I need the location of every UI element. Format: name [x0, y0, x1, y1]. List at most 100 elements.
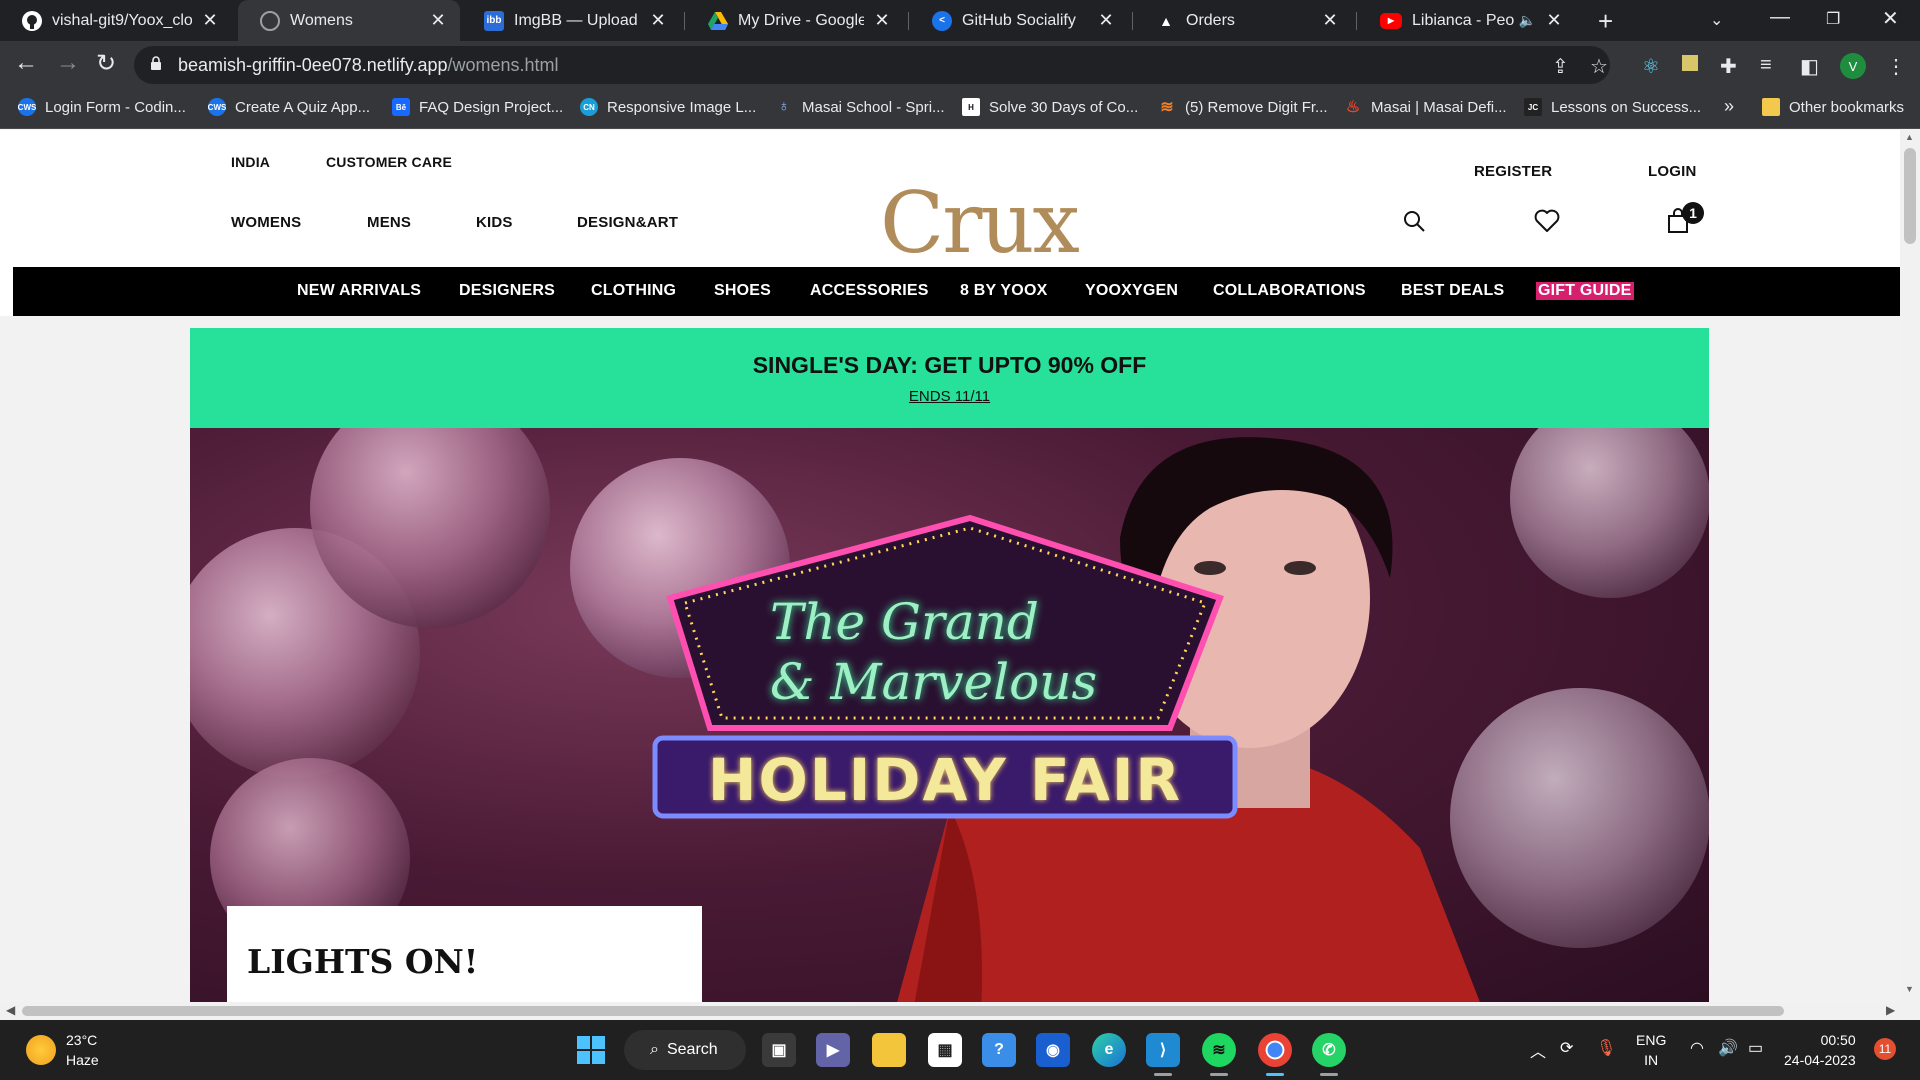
speaker-icon[interactable]: 🔈 [1519, 12, 1536, 29]
windows-taskbar: 23°C Haze ⌕ Search ▣ ▶ ▦ ? ◉ e ⟩ ≋ ✆ ︿ ⟳… [0, 1020, 1920, 1080]
nav-mens[interactable]: MENS [367, 214, 411, 231]
scrollbar-thumb[interactable] [1904, 148, 1916, 244]
tab-github[interactable]: vishal-git9/Yoox_clone ✕ [0, 0, 232, 41]
bookmark-label: Solve 30 Days of Co... [989, 98, 1139, 116]
notification-count-badge[interactable]: 11 [1874, 1038, 1896, 1060]
menu-icon[interactable]: ⋮ [1886, 54, 1906, 79]
maps-icon[interactable]: ◉ [1036, 1033, 1070, 1067]
login-link[interactable]: LOGIN [1648, 163, 1697, 180]
tab-youtube[interactable]: ▶ Libianca - People 🔈 ✕ [1358, 0, 1576, 41]
nav-kids[interactable]: KIDS [476, 214, 513, 231]
tab-imgbb[interactable]: ibb ImgBB — Upload Ima ✕ [462, 0, 680, 41]
teams-chat-icon[interactable]: ▶ [816, 1033, 850, 1067]
cat-new-arrivals[interactable]: NEW ARRIVALS [297, 282, 421, 300]
bookmark-item[interactable]: ♁ Masai School - Spri... [775, 98, 945, 116]
close-icon[interactable]: ✕ [872, 10, 892, 31]
side-panel-icon[interactable]: ◧ [1800, 54, 1819, 79]
share-icon[interactable]: ⇪ [1552, 54, 1569, 79]
notes-extension-icon[interactable] [1682, 54, 1698, 77]
sync-icon[interactable]: ⟳ [1560, 1038, 1573, 1058]
cat-best-deals[interactable]: BEST DEALS [1401, 282, 1504, 300]
register-link[interactable]: REGISTER [1474, 163, 1552, 180]
whatsapp-icon[interactable]: ✆ [1312, 1033, 1346, 1067]
cat-clothing[interactable]: CLOTHING [591, 282, 676, 300]
country-link[interactable]: INDIA [231, 154, 270, 170]
scrollbar-thumb[interactable] [22, 1006, 1784, 1016]
edge-icon[interactable]: e [1092, 1033, 1126, 1067]
promo-ends-link[interactable]: ENDS 11/11 [190, 388, 1709, 405]
language-indicator[interactable]: ENG IN [1636, 1030, 1666, 1070]
system-clock[interactable]: 00:50 24-04-2023 [1784, 1030, 1856, 1070]
microphone-icon[interactable]: 🎙 [1596, 1038, 1616, 1058]
microsoft-store-icon[interactable]: ▦ [928, 1033, 962, 1067]
vertical-scrollbar[interactable]: ▲ ▼ [1900, 130, 1920, 1002]
horizontal-scrollbar[interactable]: ◀ ▶ [0, 1002, 1920, 1020]
minimize-button[interactable]: — [1770, 6, 1790, 29]
cat-shoes[interactable]: SHOES [714, 282, 771, 300]
chrome-icon[interactable] [1258, 1033, 1292, 1067]
jc-icon: JC [1524, 98, 1542, 116]
close-window-button[interactable]: ✕ [1882, 6, 1899, 31]
bookmark-label: Responsive Image L... [607, 98, 757, 116]
close-icon[interactable]: ✕ [1096, 10, 1116, 31]
close-icon[interactable]: ✕ [648, 10, 668, 31]
close-icon[interactable]: ✕ [1544, 10, 1564, 31]
search-icon[interactable] [1402, 209, 1426, 233]
task-view-icon[interactable]: ▣ [762, 1033, 796, 1067]
tab-search-icon[interactable]: ⌄ [1710, 10, 1723, 30]
nav-womens[interactable]: WOMENS [231, 214, 301, 231]
restore-button[interactable]: ❐ [1826, 9, 1840, 29]
reload-button[interactable]: ↻ [96, 49, 116, 78]
bookmark-item[interactable]: CWS Create A Quiz App... [208, 98, 370, 116]
profile-avatar[interactable]: V [1840, 53, 1866, 79]
back-button[interactable]: ← [14, 49, 38, 77]
bookmark-item[interactable]: H Solve 30 Days of Co... [962, 98, 1138, 116]
bookmark-item[interactable]: ≋ (5) Remove Digit Fr... [1158, 98, 1327, 117]
customer-care-link[interactable]: CUSTOMER CARE [326, 154, 452, 170]
weather-widget[interactable]: 23°C Haze [26, 1030, 99, 1070]
cat-yooxygen[interactable]: YOOXYGEN [1085, 282, 1178, 300]
new-tab-button[interactable]: + [1598, 6, 1613, 37]
battery-icon[interactable]: ▭ [1748, 1038, 1763, 1058]
tab-womens[interactable]: Womens ✕ [238, 0, 460, 41]
hero-caption-card[interactable]: LIGHTS ON! [227, 906, 702, 1002]
media-control-icon[interactable]: ≡ [1760, 54, 1772, 77]
windows-start-icon[interactable] [574, 1033, 608, 1067]
site-logo[interactable]: Crux [880, 174, 1080, 272]
more-bookmarks-button[interactable]: » [1724, 96, 1734, 117]
nav-design-art[interactable]: DESIGN&ART [577, 214, 678, 231]
bookmark-item[interactable]: Bē FAQ Design Project... [392, 98, 563, 116]
cat-collaborations[interactable]: COLLABORATIONS [1213, 282, 1366, 300]
vscode-icon[interactable]: ⟩ [1146, 1033, 1180, 1067]
cat-designers[interactable]: DESIGNERS [459, 282, 555, 300]
bookmark-item[interactable]: ♨ Masai | Masai Defi... [1344, 98, 1507, 117]
promo-banner[interactable]: SINGLE'S DAY: GET UPTO 90% OFF ENDS 11/1… [190, 328, 1709, 428]
tips-icon[interactable]: ? [982, 1033, 1016, 1067]
close-icon[interactable]: ✕ [200, 10, 220, 31]
close-icon[interactable]: ✕ [428, 10, 448, 31]
spotify-icon[interactable]: ≋ [1202, 1033, 1236, 1067]
close-icon[interactable]: ✕ [1320, 10, 1340, 31]
tab-drive[interactable]: My Drive - Google Dr ✕ [686, 0, 904, 41]
file-explorer-icon[interactable] [872, 1033, 906, 1067]
wifi-icon[interactable]: ◠ [1690, 1038, 1704, 1058]
cat-accessories[interactable]: ACCESSORIES [810, 282, 929, 300]
react-devtools-icon[interactable]: ⚛ [1642, 54, 1660, 79]
other-bookmarks[interactable]: Other bookmarks [1762, 98, 1904, 116]
bookmark-item[interactable]: CN Responsive Image L... [580, 98, 756, 116]
volume-icon[interactable]: 🔊 [1718, 1038, 1738, 1058]
cat-8-by-yoox[interactable]: 8 BY YOOX [960, 282, 1047, 300]
wishlist-heart-icon[interactable] [1534, 209, 1560, 233]
tab-orders[interactable]: ▲ Orders ✕ [1134, 0, 1352, 41]
chevron-up-icon[interactable]: ︿ [1530, 1038, 1546, 1062]
extensions-icon[interactable]: ✚ [1720, 54, 1737, 79]
bookmark-item[interactable]: JC Lessons on Success... [1524, 98, 1701, 116]
cat-gift-guide[interactable]: GIFT GUIDE [1536, 282, 1634, 300]
forward-button[interactable]: → [56, 49, 80, 77]
tab-socialify[interactable]: < GitHub Socialify ✕ [910, 0, 1128, 41]
address-bar[interactable]: beamish-griffin-0ee078.netlify.app/women… [134, 46, 1610, 84]
bookmark-item[interactable]: CWS Login Form - Codin... [18, 98, 186, 116]
bookmark-star-icon[interactable]: ☆ [1590, 54, 1608, 79]
hero-banner[interactable]: The Grand & Marvelous HOLIDAY FAIR LIGHT… [190, 428, 1709, 1002]
taskbar-search[interactable]: ⌕ Search [624, 1030, 746, 1070]
